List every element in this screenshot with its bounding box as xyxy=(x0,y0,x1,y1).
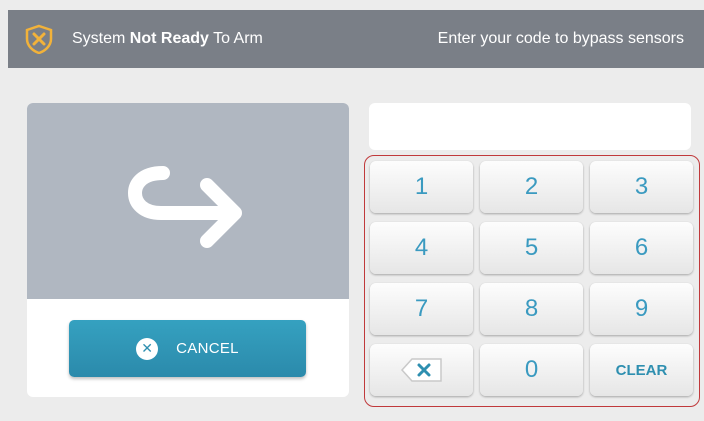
key-9[interactable]: 9 xyxy=(590,283,693,335)
keypad: 1 2 3 4 5 6 7 8 9 0 CLEAR xyxy=(364,155,700,407)
backspace-icon xyxy=(400,358,442,382)
key-3[interactable]: 3 xyxy=(590,161,693,213)
code-input[interactable] xyxy=(369,103,691,150)
instruction-text: Enter your code to bypass sensors xyxy=(437,30,684,47)
status-suffix: To Arm xyxy=(213,30,263,47)
key-2[interactable]: 2 xyxy=(480,161,583,213)
key-1[interactable]: 1 xyxy=(370,161,473,213)
key-4[interactable]: 4 xyxy=(370,222,473,274)
key-6[interactable]: 6 xyxy=(590,222,693,274)
close-circle-icon: ✕ xyxy=(136,337,159,360)
left-panel: ✕ CANCEL xyxy=(27,103,349,397)
shield-x-icon xyxy=(25,24,53,54)
cancel-label: CANCEL xyxy=(176,340,239,357)
curved-arrow-icon xyxy=(127,166,242,248)
bypass-illustration xyxy=(27,103,349,299)
key-7[interactable]: 7 xyxy=(370,283,473,335)
arm-status-text: System Not Ready To Arm xyxy=(72,29,263,49)
status-prefix: System xyxy=(72,30,126,47)
key-5[interactable]: 5 xyxy=(480,222,583,274)
status-header: System Not Ready To Arm Enter your code … xyxy=(8,10,704,68)
backspace-button[interactable] xyxy=(370,344,473,396)
status-bold: Not Ready xyxy=(129,30,209,47)
clear-button[interactable]: CLEAR xyxy=(590,344,693,396)
cancel-button[interactable]: ✕ CANCEL xyxy=(69,320,306,377)
key-0[interactable]: 0 xyxy=(480,344,583,396)
key-8[interactable]: 8 xyxy=(480,283,583,335)
